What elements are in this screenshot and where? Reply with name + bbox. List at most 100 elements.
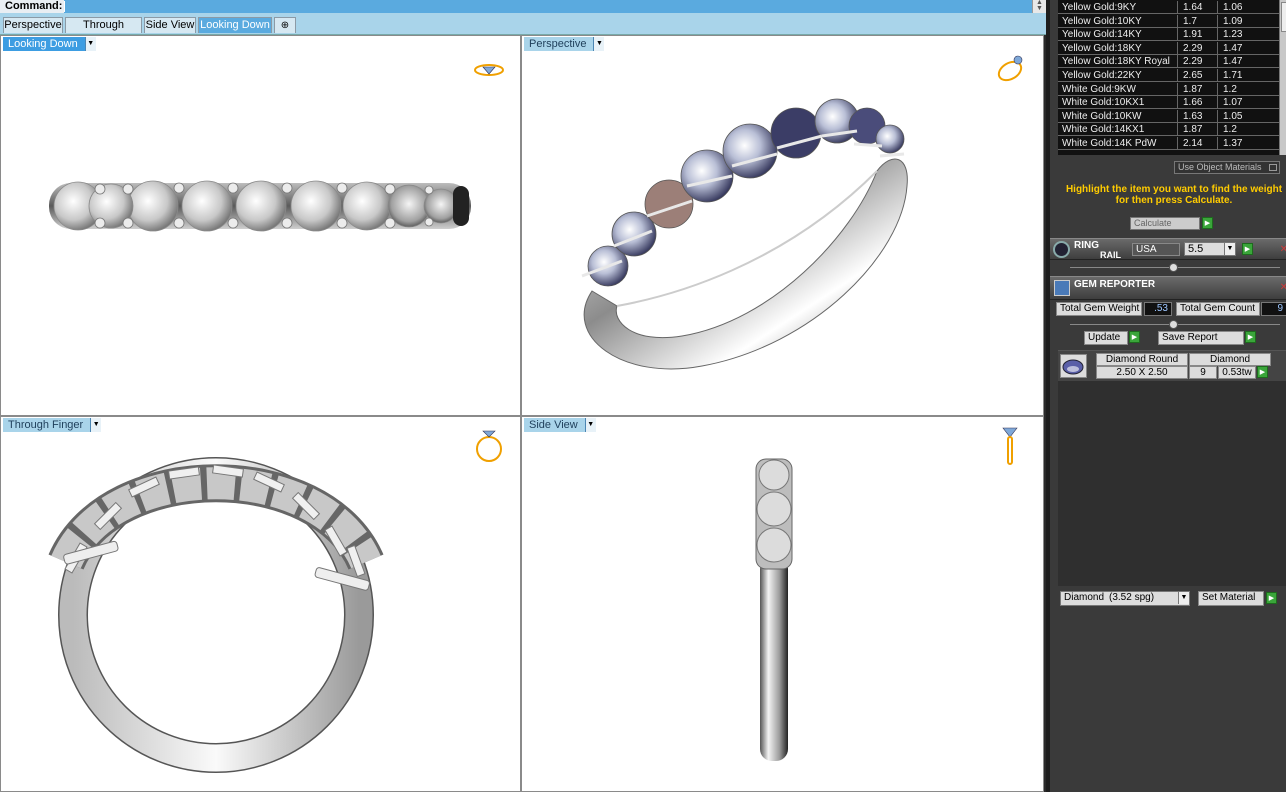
material-row[interactable]: Yellow Gold:14KY 1.91 1.23 xyxy=(1058,28,1279,42)
material-row[interactable]: Yellow Gold:10KY 1.7 1.09 xyxy=(1058,14,1279,28)
viewport-label-looking-down[interactable]: Looking Down ▼ xyxy=(3,37,96,51)
total-gem-count-label: Total Gem Count xyxy=(1176,302,1260,316)
material-row[interactable]: Yellow Gold:18KY Royal 2.29 1.47 xyxy=(1058,55,1279,69)
update-go-button[interactable]: ▶ xyxy=(1129,331,1140,343)
material-row[interactable]: White Gold:14KX1 1.87 1.2 xyxy=(1058,123,1279,137)
ring-side-icon[interactable] xyxy=(1000,425,1020,467)
material-value2-cell: 1.06 xyxy=(1223,2,1243,13)
chevron-down-icon[interactable]: ▼ xyxy=(84,37,96,51)
material-select[interactable]: Diamond (3.52 spg) ▼ xyxy=(1060,591,1190,606)
material-value1-cell: 1.7 xyxy=(1179,14,1218,28)
material-value1-cell: 1.64 xyxy=(1179,1,1218,14)
material-value1-cell: 1.66 xyxy=(1179,96,1218,110)
chevron-down-icon[interactable]: ▼ xyxy=(90,418,102,432)
material-name-cell: White Gold:14KX1 xyxy=(1058,123,1178,137)
ring-side-render xyxy=(755,458,793,761)
gem-list: Diamond Round Diamond 2.50 X 2.50 9 0.53… xyxy=(1058,350,1286,586)
diamond-round-icon xyxy=(1060,354,1087,378)
material-value2-cell: 1.2 xyxy=(1223,83,1237,95)
viewport-label-text: Side View xyxy=(529,419,578,431)
use-object-materials-checkbox[interactable]: Use Object Materials xyxy=(1174,161,1280,174)
material-name-cell: Yellow Gold:22KY xyxy=(1058,69,1178,82)
viewport-label-perspective[interactable]: Perspective ▼ xyxy=(524,37,605,51)
ring-size-standard-field[interactable]: USA xyxy=(1132,243,1180,256)
material-row[interactable]: Yellow Gold:22KY 2.65 1.71 xyxy=(1058,69,1279,82)
ring-size-go-button[interactable]: ▶ xyxy=(1242,243,1253,255)
material-value2-cell: 1.09 xyxy=(1223,15,1243,27)
ring-rail-icon xyxy=(1053,241,1070,258)
tab-looking-down[interactable]: Looking Down xyxy=(198,17,272,33)
ring-rail-title: RING xyxy=(1074,240,1099,251)
material-row[interactable]: White Gold:10KX1 1.66 1.07 xyxy=(1058,96,1279,110)
close-icon[interactable]: ✕ xyxy=(1280,244,1286,255)
viewport-label-text: Perspective xyxy=(529,38,587,50)
tab-side-view[interactable]: Side View xyxy=(144,17,196,33)
ring-perspective-icon[interactable] xyxy=(994,52,1028,82)
material-value2-cell: 1.2 xyxy=(1223,124,1237,136)
rhino-app-window: Command: ▲▼ Perspective Through Finger S… xyxy=(0,0,1286,792)
command-scroll-icon[interactable]: ▲ ▼ xyxy=(1032,0,1046,13)
use-object-materials-label: Use Object Materials xyxy=(1178,162,1262,172)
viewport-label-side-view[interactable]: Side View ▼ xyxy=(524,418,596,432)
material-select-value: Diamond xyxy=(1064,592,1105,603)
ring-size-select[interactable]: 5.5 ▼ xyxy=(1184,242,1236,256)
calculate-field[interactable]: Calculate xyxy=(1130,217,1200,230)
ring-rail-header: RING RAIL USA 5.5 ▼ ▶ ✕ xyxy=(1050,238,1286,260)
viewport-label-text: Looking Down xyxy=(8,38,78,50)
total-gem-weight-label: Total Gem Weight xyxy=(1056,302,1142,316)
material-value2-cell: 1.07 xyxy=(1223,97,1243,109)
gem-shape-cell: Diamond Round xyxy=(1096,353,1188,366)
viewport-side-view[interactable]: Side View ▼ xyxy=(521,416,1044,792)
command-input[interactable] xyxy=(64,1,1032,12)
calculate-go-button[interactable]: ▶ xyxy=(1202,217,1213,229)
material-spg: (3.52 spg) xyxy=(1109,592,1155,603)
save-report-go-button[interactable]: ▶ xyxy=(1245,331,1256,343)
viewport-perspective[interactable]: Perspective ▼ xyxy=(521,35,1044,416)
tab-perspective[interactable]: Perspective xyxy=(3,17,63,33)
material-value2-cell: 1.05 xyxy=(1223,110,1243,122)
diamond-top-view-icon[interactable] xyxy=(473,60,505,80)
material-value1-cell: 1.87 xyxy=(1179,82,1218,96)
material-value1-cell: 2.14 xyxy=(1179,137,1218,150)
tab-through-finger[interactable]: Through Finger xyxy=(65,17,142,46)
gem-row[interactable]: Diamond Round Diamond 2.50 X 2.50 9 0.53… xyxy=(1058,351,1286,381)
viewport-looking-down[interactable]: Looking Down ▼ xyxy=(0,35,521,416)
material-row[interactable]: White Gold:10KW 1.63 1.05 xyxy=(1058,109,1279,123)
material-name-cell: White Gold:14K PdW xyxy=(1058,137,1178,150)
save-report-button[interactable]: Save Report xyxy=(1158,331,1244,345)
gem-reporter-slider-handle[interactable] xyxy=(1169,320,1178,329)
ring-size-value: 5.5 xyxy=(1188,243,1204,255)
material-value2-cell: 1.23 xyxy=(1223,29,1243,41)
material-name-cell: White Gold:10KX1 xyxy=(1058,96,1178,110)
viewport-through-finger[interactable]: Through Finger ▼ xyxy=(0,416,521,792)
ring-rail-slider-handle[interactable] xyxy=(1169,263,1178,272)
materials-table[interactable]: Yellow Gold:9KY 1.64 1.06 Yellow Gold:10KY 1… xyxy=(1058,0,1279,155)
material-row[interactable]: White Gold:14K PdW 2.14 1.37 xyxy=(1058,137,1279,150)
chevron-down-icon[interactable]: ▼ xyxy=(584,418,596,432)
material-value1-cell: 1.63 xyxy=(1179,109,1218,123)
gem-report-icon xyxy=(1054,280,1070,296)
update-button[interactable]: Update xyxy=(1084,331,1128,345)
gem-count-cell: 9 xyxy=(1189,366,1217,379)
viewport-label-through-finger[interactable]: Through Finger ▼ xyxy=(3,418,102,432)
gem-row-go-button[interactable]: ▶ xyxy=(1257,366,1268,378)
checkbox-icon[interactable] xyxy=(1269,164,1277,171)
add-tab-plus-icon[interactable]: ⊕ xyxy=(274,17,296,33)
chevron-down-icon[interactable]: ▼ xyxy=(593,37,605,51)
material-value1-cell: 2.29 xyxy=(1179,55,1218,69)
set-material-go-button[interactable]: ▶ xyxy=(1266,592,1277,604)
ring-rail-subtitle: RAIL xyxy=(1100,250,1121,260)
chevron-down-icon[interactable]: ▼ xyxy=(1178,592,1189,604)
close-icon[interactable]: ✕ xyxy=(1280,282,1286,293)
viewport-label-text: Through Finger xyxy=(8,419,84,431)
chevron-down-icon[interactable]: ▼ xyxy=(1224,243,1235,255)
material-row[interactable]: Yellow Gold:9KY 1.64 1.06 xyxy=(1058,1,1279,14)
materials-scrollbar[interactable] xyxy=(1279,0,1286,155)
material-row[interactable]: Yellow Gold:18KY 2.29 1.47 xyxy=(1058,41,1279,55)
ring-front-icon[interactable] xyxy=(473,425,505,465)
ring-perspective-render xyxy=(581,98,908,370)
set-material-button[interactable]: Set Material xyxy=(1198,591,1264,606)
material-name-cell: White Gold:10KW xyxy=(1058,109,1178,123)
material-row[interactable]: White Gold:9KW 1.87 1.2 xyxy=(1058,82,1279,96)
calculate-label: Calculate xyxy=(1134,218,1172,228)
